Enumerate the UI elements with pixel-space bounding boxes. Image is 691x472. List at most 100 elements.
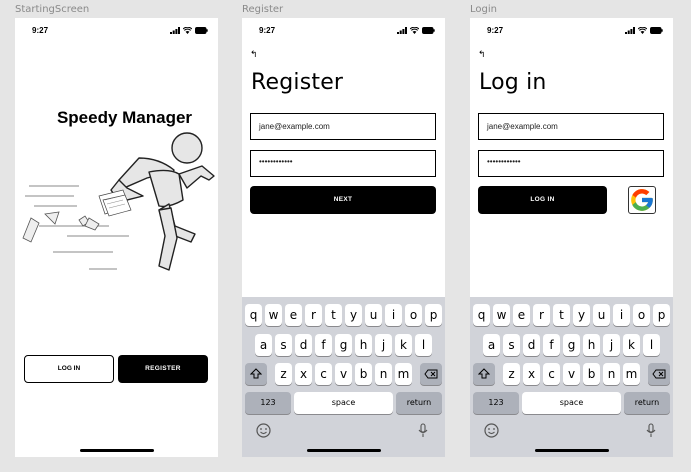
key-p[interactable]: p [425, 304, 442, 326]
return-key[interactable]: return [624, 392, 670, 414]
key-d[interactable]: d [523, 334, 540, 356]
key-l[interactable]: l [643, 334, 660, 356]
key-m[interactable]: m [623, 363, 640, 385]
google-g-icon [631, 189, 653, 211]
cellular-signal-icon [625, 27, 635, 34]
key-h[interactable]: h [583, 334, 600, 356]
email-field[interactable]: jane@example.com [250, 113, 436, 140]
key-k[interactable]: k [623, 334, 640, 356]
microphone-icon[interactable] [418, 423, 428, 438]
login-button[interactable]: LOG IN [478, 186, 607, 214]
shift-key-icon[interactable] [245, 363, 267, 385]
wifi-icon [183, 27, 192, 34]
key-g[interactable]: g [335, 334, 352, 356]
starting-screen: 9:27 Speedy Manager LOG IN REGISTER [15, 18, 218, 457]
key-b[interactable]: b [583, 363, 600, 385]
status-bar: 9:27 [15, 18, 218, 40]
key-w[interactable]: w [493, 304, 510, 326]
status-bar: 9:27 [470, 18, 673, 40]
key-s[interactable]: s [275, 334, 292, 356]
space-key[interactable]: space [294, 392, 393, 414]
back-arrow-icon[interactable]: ↰ [250, 50, 258, 59]
email-field[interactable]: jane@example.com [478, 113, 664, 140]
key-z[interactable]: z [275, 363, 292, 385]
password-field[interactable]: •••••••••••• [478, 150, 664, 177]
numbers-key[interactable]: 123 [245, 392, 291, 414]
key-t[interactable]: t [553, 304, 570, 326]
frame-label-login: Login [470, 4, 497, 15]
backspace-key-icon[interactable] [648, 363, 670, 385]
battery-icon [422, 27, 435, 34]
key-l[interactable]: l [415, 334, 432, 356]
key-z[interactable]: z [503, 363, 520, 385]
login-screen: 9:27 ↰ Log in jane@example.com •••••••••… [470, 18, 673, 457]
key-m[interactable]: m [395, 363, 412, 385]
back-arrow-icon[interactable]: ↰ [478, 50, 486, 59]
battery-icon [650, 27, 663, 34]
key-r[interactable]: r [533, 304, 550, 326]
key-v[interactable]: v [563, 363, 580, 385]
key-q[interactable]: q [473, 304, 490, 326]
register-screen: 9:27 ↰ Register jane@example.com •••••••… [242, 18, 445, 457]
key-i[interactable]: i [385, 304, 402, 326]
microphone-icon[interactable] [646, 423, 656, 438]
key-s[interactable]: s [503, 334, 520, 356]
key-o[interactable]: o [405, 304, 422, 326]
status-time: 9:27 [259, 26, 276, 35]
key-k[interactable]: k [395, 334, 412, 356]
key-y[interactable]: y [573, 304, 590, 326]
key-b[interactable]: b [355, 363, 372, 385]
key-j[interactable]: j [375, 334, 392, 356]
key-n[interactable]: n [375, 363, 392, 385]
key-v[interactable]: v [335, 363, 352, 385]
key-a[interactable]: a [483, 334, 500, 356]
key-o[interactable]: o [633, 304, 650, 326]
key-t[interactable]: t [325, 304, 342, 326]
space-key[interactable]: space [522, 392, 621, 414]
key-e[interactable]: e [285, 304, 302, 326]
home-indicator [534, 449, 609, 452]
page-title: Log in [479, 70, 547, 95]
status-time: 9:27 [32, 26, 49, 35]
key-e[interactable]: e [513, 304, 530, 326]
wifi-icon [638, 27, 647, 34]
status-bar: 9:27 [242, 18, 445, 40]
key-f[interactable]: f [315, 334, 332, 356]
key-h[interactable]: h [355, 334, 372, 356]
key-u[interactable]: u [593, 304, 610, 326]
return-key[interactable]: return [396, 392, 442, 414]
frame-label-register: Register [242, 4, 284, 15]
backspace-key-icon[interactable] [420, 363, 442, 385]
frame-label-starting: StartingScreen [15, 4, 90, 15]
on-screen-keyboard: q w e r t y u i o p a s d f g h j k l z [242, 297, 445, 457]
password-field[interactable]: •••••••••••• [250, 150, 436, 177]
key-c[interactable]: c [315, 363, 332, 385]
key-f[interactable]: f [543, 334, 560, 356]
battery-icon [195, 27, 208, 34]
emoji-icon[interactable] [484, 423, 499, 438]
key-q[interactable]: q [245, 304, 262, 326]
key-y[interactable]: y [345, 304, 362, 326]
key-j[interactable]: j [603, 334, 620, 356]
home-indicator [306, 449, 381, 452]
key-g[interactable]: g [563, 334, 580, 356]
google-signin-button[interactable] [628, 186, 656, 214]
key-x[interactable]: x [295, 363, 312, 385]
key-d[interactable]: d [295, 334, 312, 356]
key-u[interactable]: u [365, 304, 382, 326]
next-button[interactable]: NEXT [250, 186, 436, 214]
numbers-key[interactable]: 123 [473, 392, 519, 414]
key-a[interactable]: a [255, 334, 272, 356]
key-c[interactable]: c [543, 363, 560, 385]
key-n[interactable]: n [603, 363, 620, 385]
key-x[interactable]: x [523, 363, 540, 385]
key-p[interactable]: p [653, 304, 670, 326]
key-i[interactable]: i [613, 304, 630, 326]
login-button[interactable]: LOG IN [24, 355, 114, 383]
shift-key-icon[interactable] [473, 363, 495, 385]
key-w[interactable]: w [265, 304, 282, 326]
key-r[interactable]: r [305, 304, 322, 326]
register-button[interactable]: REGISTER [118, 355, 208, 383]
emoji-icon[interactable] [256, 423, 271, 438]
home-indicator [79, 449, 154, 452]
